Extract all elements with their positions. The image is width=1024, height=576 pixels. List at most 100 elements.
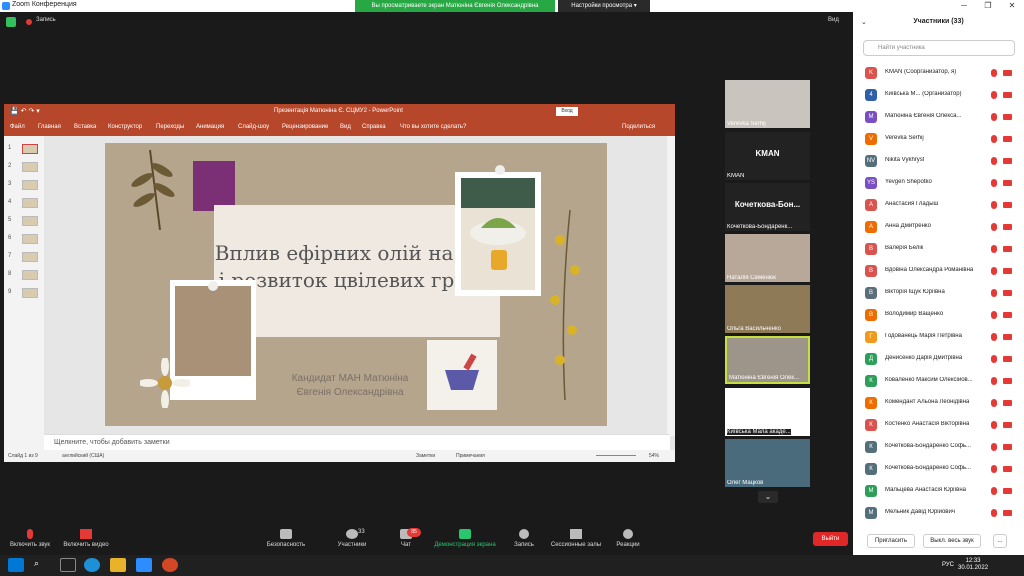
video-tile[interactable]: KMAN KMAN: [725, 132, 810, 180]
tab-review[interactable]: Рецензирование: [282, 124, 328, 130]
camera-off-icon: [1003, 92, 1012, 98]
mute-all-button[interactable]: Выкл. весь звук: [923, 534, 981, 548]
tab-file[interactable]: Файл: [10, 124, 25, 130]
video-tile[interactable]: Кочеткова-Бон... Кочеткова-Бондаренк...: [725, 183, 810, 231]
participant-row[interactable]: K KMAN (Соорганизатор, я): [863, 62, 1018, 84]
share-button[interactable]: Поделиться: [622, 124, 655, 130]
camera-off-icon: [1003, 400, 1012, 406]
security-button[interactable]: Безопасность: [256, 525, 316, 548]
participant-row[interactable]: В Володимир Ващенко: [863, 304, 1018, 326]
mic-muted-icon: [991, 311, 997, 319]
close-icon[interactable]: ✕: [1000, 0, 1024, 12]
comments-toggle[interactable]: Примечания: [456, 453, 485, 459]
participants-button[interactable]: Участники: [322, 525, 382, 548]
participant-row[interactable]: А Анастасия Гладыш: [863, 194, 1018, 216]
notes-toggle[interactable]: Заметки: [416, 453, 435, 459]
more-button[interactable]: ...: [993, 534, 1007, 548]
reactions-button[interactable]: Реакции: [598, 525, 658, 548]
camera-off-icon: [1003, 158, 1012, 164]
slide-thumbnail[interactable]: 2: [6, 160, 42, 174]
share-screen-button[interactable]: Демонстрация экрана: [430, 525, 500, 548]
tab-animation[interactable]: Анимация: [196, 124, 224, 130]
slide-thumbnail[interactable]: 5: [6, 214, 42, 228]
shield-icon: [280, 529, 292, 539]
system-clock[interactable]: 12:33 30.01.2022: [958, 558, 988, 572]
avatar: К: [865, 419, 877, 431]
record-button[interactable]: Запись: [494, 525, 554, 548]
camera-off-icon: [1003, 334, 1012, 340]
chat-button[interactable]: Чат: [376, 525, 436, 548]
participant-name: Комендант Альона Леонідівна: [885, 399, 970, 405]
video-tile[interactable]: Ольга Васильченко: [725, 285, 810, 333]
tab-transitions[interactable]: Переходы: [156, 124, 184, 130]
video-tile[interactable]: Київська Мала акаде...: [725, 388, 810, 436]
participant-row[interactable]: М Мельник Давід Юрійович: [863, 502, 1018, 524]
video-tile[interactable]: Олег Мацков: [725, 439, 810, 487]
participant-row[interactable]: Г Годованець Марія Петрівна: [863, 326, 1018, 348]
slide-thumbnail[interactable]: 1: [6, 142, 42, 156]
zoom-slider[interactable]: [596, 455, 636, 456]
unmute-button[interactable]: Включить звук: [0, 525, 60, 548]
tab-slideshow[interactable]: Слайд-шоу: [238, 124, 269, 130]
participant-search-input[interactable]: Найти участника: [863, 40, 1015, 56]
video-tile[interactable]: Наталія Семенюк: [725, 234, 810, 282]
participant-row[interactable]: М Мальцева Анастасія Юріївна: [863, 480, 1018, 502]
participant-row[interactable]: YS Yevgen Shepotko: [863, 172, 1018, 194]
avatar: YS: [865, 177, 877, 189]
edge-icon[interactable]: [84, 558, 100, 572]
video-tile-active-speaker[interactable]: Матюніна Євгенія Олек...: [725, 336, 810, 384]
tab-home[interactable]: Главная: [38, 124, 61, 130]
participant-row[interactable]: В Валерія Белік: [863, 238, 1018, 260]
tab-view[interactable]: Вид: [340, 124, 351, 130]
tab-insert[interactable]: Вставка: [74, 124, 96, 130]
tab-help[interactable]: Справка: [362, 124, 386, 130]
leave-button[interactable]: Выйти: [813, 532, 848, 546]
video-tile[interactable]: Verevka Serhij: [725, 80, 810, 128]
participant-row[interactable]: К Комендант Альона Леонідівна: [863, 392, 1018, 414]
participant-row[interactable]: NV Nikita Vykhryst: [863, 150, 1018, 172]
start-video-button[interactable]: Включить видео: [56, 525, 116, 548]
participant-row[interactable]: M Матюніна Євгенія Олекса...: [863, 106, 1018, 128]
slide-thumbnail[interactable]: 4: [6, 196, 42, 210]
participant-row[interactable]: К Костенко Анастасія Вікторівна: [863, 414, 1018, 436]
slide-thumbnail[interactable]: 6: [6, 232, 42, 246]
minimize-icon[interactable]: ─: [952, 0, 976, 12]
login-button[interactable]: Вход: [556, 107, 578, 116]
participant-row[interactable]: В Вдовіна Олександра Романівна: [863, 260, 1018, 282]
shield-icon[interactable]: [6, 17, 16, 27]
task-view-icon[interactable]: [60, 558, 76, 572]
quick-access-icons[interactable]: 💾 ↶ ↷ ▾: [10, 107, 40, 115]
participant-row[interactable]: В Вікторія Іщук Юріївна: [863, 282, 1018, 304]
participant-name: KMAN (Соорганизатор, я): [885, 69, 957, 75]
mortar-sketch-card: [427, 340, 497, 410]
maximize-icon[interactable]: ❐: [976, 0, 1000, 12]
tab-design[interactable]: Конструктор: [108, 124, 142, 130]
participant-row[interactable]: К Кочеткова-Бондаренко Софь...: [863, 436, 1018, 458]
slide-thumbnail[interactable]: 3: [6, 178, 42, 192]
record-label: Запись: [36, 17, 56, 23]
search-icon[interactable]: ⌕: [34, 558, 50, 572]
participant-row[interactable]: К Кочеткова-Бондаренко Софь...: [863, 458, 1018, 480]
scroll-down-icon[interactable]: ⌄: [758, 491, 778, 503]
zoom-level[interactable]: 54%: [649, 453, 659, 459]
slide-scrollbar[interactable]: [667, 136, 675, 436]
windows-start-icon[interactable]: [8, 558, 24, 572]
tell-me-search[interactable]: Что вы хотите сделать?: [400, 124, 466, 130]
slide-thumbnail[interactable]: 8: [6, 268, 42, 282]
participant-row[interactable]: Д Денисенко Дарія Дмитрівна: [863, 348, 1018, 370]
participant-row[interactable]: А Анна Дмитренко: [863, 216, 1018, 238]
view-options-button[interactable]: Настройки просмотра ▾: [558, 0, 650, 12]
slide-thumbnail[interactable]: 9: [6, 286, 42, 300]
input-language[interactable]: РУС: [942, 562, 954, 568]
file-explorer-icon[interactable]: [110, 558, 126, 572]
participant-row[interactable]: V Verevka Serhij: [863, 128, 1018, 150]
invite-button[interactable]: Пригласить: [867, 534, 915, 548]
zoom-taskbar-icon[interactable]: [136, 558, 152, 572]
view-button[interactable]: Вид: [828, 17, 839, 23]
participant-row[interactable]: К Коваленко Максим Олексійов...: [863, 370, 1018, 392]
participant-row[interactable]: 4 Київська М... (Организатор): [863, 84, 1018, 106]
breakout-rooms-button[interactable]: Сессионные залы: [546, 525, 606, 548]
participant-name: Володимир Ващенко: [885, 311, 944, 317]
slide-thumbnail[interactable]: 7: [6, 250, 42, 264]
powerpoint-icon[interactable]: [162, 558, 178, 572]
